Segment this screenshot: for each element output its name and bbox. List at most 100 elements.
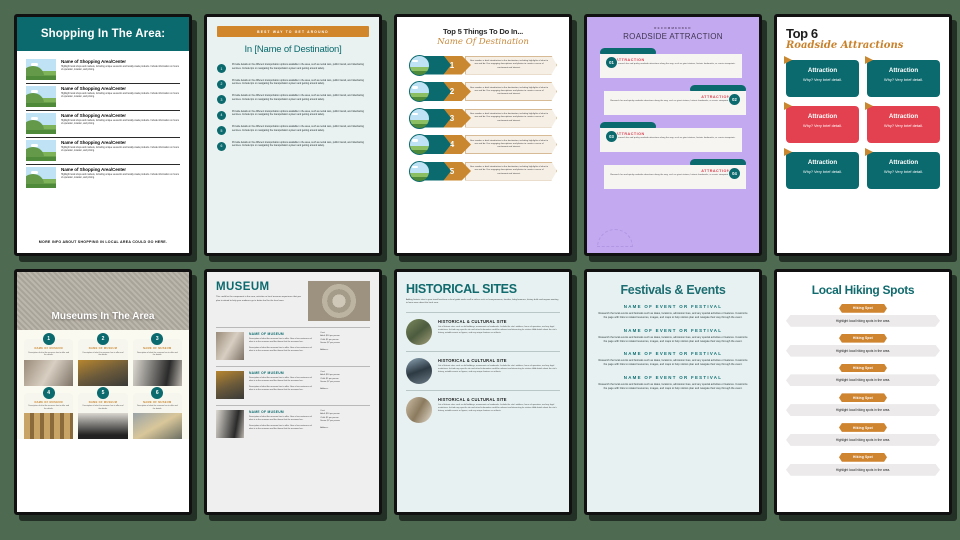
museum-card[interactable]: 5 NAME OF MUSEUM Description of what the… — [78, 386, 128, 440]
museum-card[interactable]: 2 NAME OF MUSEUM Description of what the… — [78, 333, 128, 386]
list-item[interactable]: 1 Provide details on the different trans… — [217, 63, 369, 73]
museum-name: NAME OF MUSEUM — [249, 371, 284, 375]
list-item[interactable]: Name of Shopping Area/Center Highlight l… — [26, 57, 180, 83]
page-historical-sites[interactable]: HISTORICAL SITES Adding historic sites t… — [394, 269, 572, 515]
list-item[interactable]: 5 Provide details on the different trans… — [217, 125, 369, 135]
list-item[interactable]: Name of Shopping Area/Center Highlight l… — [26, 110, 180, 137]
attraction-label: ATTRACTION — [616, 57, 645, 62]
list-item[interactable]: Name of Shopping Area/Center Highlight l… — [26, 137, 180, 164]
list-item[interactable]: ATTRACTION Research fun and quirky roads… — [594, 159, 752, 189]
card-text: Why? Very brief detail. — [803, 169, 842, 174]
page-festivals-events[interactable]: Festivals & Events NAME OF EVENT OR FEST… — [584, 269, 762, 515]
page-top-5-things[interactable]: Top 5 Things To Do In... Name Of Destina… — [394, 14, 572, 256]
attraction-card[interactable]: Attraction Why? Very brief detail. — [784, 148, 859, 189]
list-item[interactable]: 6 Provide details on the different trans… — [217, 141, 369, 151]
top-5-title-line1: Top 5 Things To Do In... — [442, 27, 524, 36]
museums-hero: Museums In The Area — [17, 272, 189, 330]
site-text: List of historic sites such as old build… — [438, 403, 557, 413]
attraction-label: ATTRACTION — [701, 94, 730, 99]
list-item[interactable]: HISTORICAL & CULTURAL SITE List of histo… — [406, 350, 560, 384]
landscape-thumbnail-icon — [409, 81, 430, 102]
list-item[interactable]: ATTRACTION Research fun and quirky roads… — [594, 48, 752, 78]
page-roadside-attraction[interactable]: RECOMMENDED ROADSIDE ATTRACTION ATTRACTI… — [584, 14, 762, 256]
list-item[interactable]: HISTORICAL & CULTURAL SITE List of histo… — [406, 389, 560, 423]
list-item[interactable]: NAME OF EVENT OR FESTIVAL Research the l… — [598, 375, 748, 392]
list-item[interactable]: 4 Provide details on the different trans… — [217, 110, 369, 120]
list-item[interactable]: 3 Provide details on the different trans… — [217, 94, 369, 104]
card-title: Attraction — [888, 67, 919, 74]
museum-card[interactable]: 6 NAME OF MUSEUM Description of what the… — [132, 386, 182, 440]
attraction-card[interactable]: Attraction Why? Very brief detail. — [784, 102, 859, 143]
list-item[interactable]: Name of Shopping Area/Center Highlight l… — [26, 164, 180, 191]
page-shopping[interactable]: Shopping In The Area: Name of Shopping A… — [14, 14, 192, 256]
card-text: Why? Very brief detail. — [884, 123, 923, 128]
shop-name: Name of Shopping Area/Center — [61, 140, 126, 145]
museum-card[interactable]: 1 NAME OF MUSEUM Description of what the… — [24, 333, 74, 386]
shopping-header: Shopping In The Area: — [17, 17, 189, 51]
list-item[interactable]: ATTRACTION Research fun and quirky roads… — [594, 85, 752, 115]
museum-number: 2 — [96, 333, 109, 345]
address-label: Address: — [320, 388, 329, 391]
museum-photo — [78, 413, 128, 440]
item-text: Give readers a brief introduction to the… — [469, 113, 549, 122]
list-item[interactable]: HISTORICAL & CULTURAL SITE List of histo… — [406, 311, 560, 345]
shopping-footer: MORE INFO ABOUT SHOPPING IN LOCAL AREA C… — [38, 239, 168, 244]
list-item[interactable]: Hiking Spot Highlight local hiking spots… — [786, 304, 940, 327]
list-item[interactable]: 3 Give readers a brief introduction to t… — [405, 107, 561, 129]
landscape-thumbnail-icon — [26, 86, 56, 107]
list-item[interactable]: 2 Give readers a brief introduction to t… — [405, 81, 561, 103]
site-text: List of historic sites such as old build… — [438, 325, 557, 335]
list-item[interactable]: 2 Provide details on the different trans… — [217, 79, 369, 89]
historical-content: HISTORICAL SITES Adding historic sites t… — [397, 272, 569, 512]
museum-photo — [132, 413, 182, 440]
landscape-thumbnail-icon — [409, 160, 430, 182]
attraction-card[interactable]: Attraction Why? Very brief detail. — [865, 102, 940, 143]
page-local-hiking-spots[interactable]: Local Hiking Spots Hiking Spot Highlight… — [774, 269, 952, 515]
list-item[interactable]: Hiking Spot Highlight local hiking spots… — [786, 333, 940, 357]
item-text-panel: Give readers a brief introduction to the… — [465, 82, 557, 101]
museum-card[interactable]: 3 NAME OF MUSEUM Description of what the… — [132, 333, 182, 386]
list-item[interactable]: 5 Give readers a brief introduction to t… — [405, 160, 561, 182]
museum-photo — [132, 359, 182, 386]
list-item[interactable]: Hiking Spot Highlight local hiking spots… — [786, 423, 940, 446]
shop-name: Name of Shopping Area/Center — [61, 86, 126, 91]
cost-senior: Senior: $7 per person — [320, 380, 340, 383]
list-item[interactable]: Hiking Spot Highlight local hiking spots… — [786, 452, 940, 476]
attraction-card[interactable]: Attraction Why? Very brief detail. — [784, 56, 859, 97]
museum-section[interactable]: NAME OF MUSEUM Description of what the m… — [216, 366, 370, 399]
step-text: Provide details on the different transpo… — [232, 94, 364, 101]
event-text: Research the local events and festivals … — [598, 382, 748, 390]
museum-section[interactable]: NAME OF MUSEUM Description of what the m… — [216, 327, 370, 360]
step-text: Provide details on the different transpo… — [232, 63, 364, 70]
step-number: 6 — [217, 141, 226, 151]
flag-marker-icon — [784, 56, 792, 64]
list-item[interactable]: Name of Shopping Area/Center Highlight l… — [26, 83, 180, 110]
museum-card[interactable]: 4 NAME OF MUSEUM Description of what the… — [24, 386, 74, 440]
hiking-spot-tag: Hiking Spot — [839, 423, 887, 432]
getting-around-pill: BEST WAY TO GET AROUND — [217, 26, 369, 37]
museum-section[interactable]: NAME OF MUSEUM Description of what the m… — [216, 405, 370, 438]
page-museum[interactable]: MUSEUM This could be the component in th… — [204, 269, 382, 515]
card-text: Why? Very brief detail. — [803, 123, 842, 128]
shopping-title: Shopping In The Area: — [40, 28, 166, 40]
attraction-card: ATTRACTION Research fun and quirky roads… — [604, 90, 746, 115]
roadside-content: RECOMMENDED ROADSIDE ATTRACTION ATTRACTI… — [587, 17, 759, 253]
list-item[interactable]: NAME OF EVENT OR FESTIVAL Research the l… — [598, 351, 748, 368]
item-text-panel: Give readers a brief introduction to the… — [465, 108, 557, 128]
page-museums-in-area[interactable]: Museums In The Area 1 NAME OF MUSEUM Des… — [14, 269, 192, 515]
page-getting-around[interactable]: BEST WAY TO GET AROUND In [Name of Desti… — [204, 14, 382, 256]
list-item[interactable]: 4 Give readers a brief introduction to t… — [405, 134, 561, 156]
attraction-card[interactable]: Attraction Why? Very brief detail. — [865, 148, 940, 189]
list-item[interactable]: NAME OF EVENT OR FESTIVAL Research the l… — [598, 304, 748, 321]
museum-name: NAME OF MUSEUM — [249, 410, 284, 414]
roadside-kicker: RECOMMENDED — [654, 26, 692, 30]
museum-photo — [216, 410, 244, 438]
list-item[interactable]: ATTRACTION Research fun and quirky roads… — [594, 122, 752, 152]
list-item[interactable]: NAME OF EVENT OR FESTIVAL Research the l… — [598, 328, 748, 345]
page-top-6-roadside[interactable]: Top 6 Roadside Attractions Attraction Wh… — [774, 14, 952, 256]
list-item[interactable]: 1 Give readers a brief introduction to t… — [405, 54, 561, 76]
list-item[interactable]: Hiking Spot Highlight local hiking spots… — [786, 393, 940, 417]
top-6-card-grid: Attraction Why? Very brief detail. Attra… — [784, 56, 940, 189]
list-item[interactable]: Hiking Spot Highlight local hiking spots… — [786, 363, 940, 387]
attraction-card[interactable]: Attraction Why? Very brief detail. — [865, 56, 940, 97]
